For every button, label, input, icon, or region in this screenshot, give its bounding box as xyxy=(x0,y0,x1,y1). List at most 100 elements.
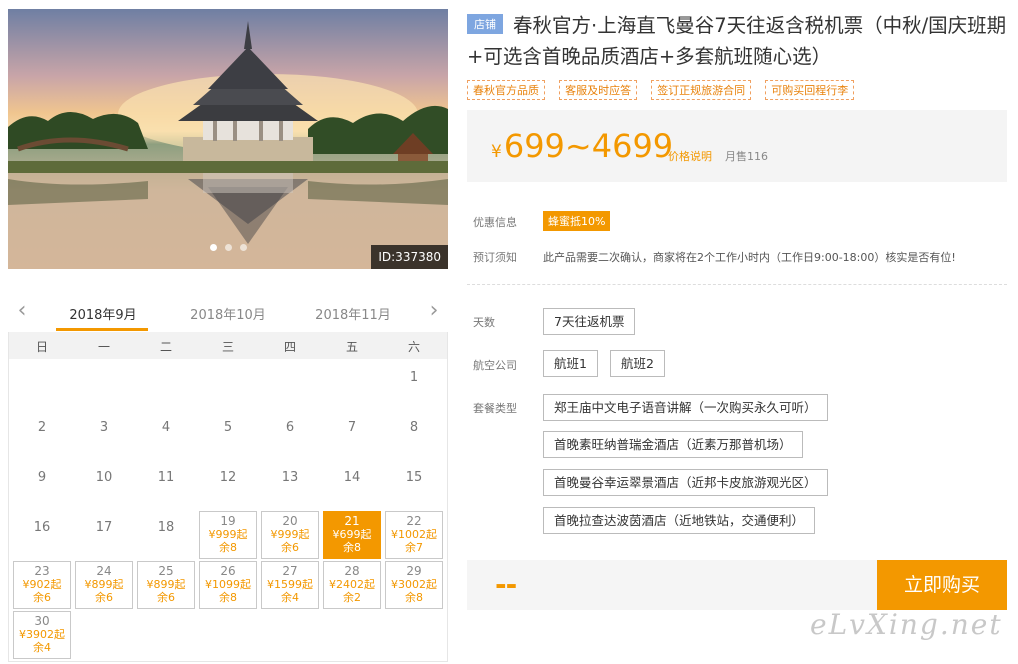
calendar-day: 5 xyxy=(223,420,233,435)
calendar-day: 15 xyxy=(405,470,423,485)
weekday-label: 二 xyxy=(159,340,172,354)
day-price: ¥999起 xyxy=(270,528,310,541)
price-value: 699~4699 xyxy=(503,127,674,165)
day-price: ¥899起 xyxy=(146,578,186,591)
calendar-day-available[interactable]: 20 ¥999起 余6 xyxy=(261,511,319,559)
buy-now-button[interactable]: 立即购买 xyxy=(877,560,1007,610)
calendar-day: 3 xyxy=(99,420,109,435)
day-num: 30 xyxy=(34,614,50,628)
promo-badge: 蜂蜜抵10% xyxy=(543,211,611,231)
weekday-label: 六 xyxy=(407,340,420,354)
temple-photo xyxy=(8,21,448,269)
calendar-day-available[interactable]: 29 ¥3002起 余8 xyxy=(385,561,443,609)
booking-notice: 此产品需要二次确认，商家将在2个工作小时内（工作日9:00-18:00）核实是否… xyxy=(543,251,956,264)
service-tag: 签订正规旅游合同 xyxy=(651,80,752,100)
day-price: ¥3902起 xyxy=(19,628,65,641)
option-package-2[interactable]: 首晚素旺纳普瑞金酒店（近素万那普机场） xyxy=(543,431,803,458)
day-stock: 余6 xyxy=(95,591,113,604)
weekday-label: 一 xyxy=(97,340,110,354)
calendar-day-available[interactable]: 21 ¥699起 余8 xyxy=(323,511,381,559)
total-price: -- xyxy=(495,568,517,601)
day-stock: 余8 xyxy=(219,591,237,604)
day-stock: 余4 xyxy=(281,591,299,604)
calendar-day: 17 xyxy=(95,520,113,535)
day-price: ¥899起 xyxy=(84,578,124,591)
day-stock: 余7 xyxy=(405,541,423,554)
day-num: 27 xyxy=(282,564,298,578)
tab-month-nov[interactable]: 2018年11月 xyxy=(308,304,398,323)
day-stock: 余2 xyxy=(343,591,361,604)
calendar-day-available[interactable]: 26 ¥1099起 余8 xyxy=(199,561,257,609)
tab-month-sep[interactable]: 2018年9月 xyxy=(58,304,148,323)
divider xyxy=(467,284,1007,285)
option-package-3[interactable]: 首晚曼谷幸运翠景酒店（近邦卡皮旅游观光区） xyxy=(543,469,828,496)
tab-month-oct[interactable]: 2018年10月 xyxy=(183,304,273,323)
day-num: 24 xyxy=(96,564,112,578)
day-price: ¥999起 xyxy=(208,528,248,541)
calendar-day: 7 xyxy=(347,420,357,435)
purchase-bar: -- 立即购买 xyxy=(467,560,1007,610)
calendar-day-available[interactable]: 28 ¥2402起 余2 xyxy=(323,561,381,609)
day-stock: 余8 xyxy=(343,541,361,554)
package-label: 套餐类型 xyxy=(473,402,517,415)
calendar-day: 4 xyxy=(161,420,171,435)
option-airline-2[interactable]: 航班2 xyxy=(610,350,665,377)
day-num: 28 xyxy=(344,564,360,578)
option-package-4[interactable]: 首晚拉查达波茵酒店（近地铁站，交通便利） xyxy=(543,507,816,534)
calendar-day: 13 xyxy=(281,470,299,485)
price-explanation-link[interactable]: 价格说明 xyxy=(668,148,712,164)
chevron-right-icon[interactable]: › xyxy=(424,300,444,322)
day-num: 22 xyxy=(406,514,422,528)
day-price: ¥699起 xyxy=(332,528,372,541)
calendar-day: 10 xyxy=(95,470,113,485)
price-panel: ¥699~4699 价格说明 月售116 xyxy=(467,110,1007,182)
product-hero-image[interactable]: ID:337380 xyxy=(8,9,448,269)
calendar-day-available[interactable]: 27 ¥1599起 余4 xyxy=(261,561,319,609)
promo-label: 优惠信息 xyxy=(473,216,517,229)
image-id-badge: ID:337380 xyxy=(371,245,448,269)
service-tags: 春秋官方品质 客服及时应答 签订正规旅游合同 可购买回程行李 xyxy=(467,79,863,100)
option-days-7[interactable]: 7天往返机票 xyxy=(543,308,636,335)
active-month-indicator xyxy=(56,328,148,331)
weekday-label: 四 xyxy=(283,340,296,354)
calendar-month-nav: ‹ 2018年9月 2018年10月 2018年11月 › xyxy=(8,296,448,332)
carousel-dot[interactable] xyxy=(209,244,217,251)
calendar-day-available[interactable]: 22 ¥1002起 余7 xyxy=(385,511,443,559)
calendar-day-available[interactable]: 25 ¥899起 余6 xyxy=(137,561,195,609)
day-price: ¥3002起 xyxy=(391,578,437,591)
site-watermark: eLvXing.net xyxy=(810,608,1003,641)
carousel-dot[interactable] xyxy=(224,244,232,251)
weekday-header: 日一二三四五六 xyxy=(9,332,447,359)
calendar-day-available[interactable]: 19 ¥999起 余8 xyxy=(199,511,257,559)
calendar-day: 12 xyxy=(219,470,237,485)
service-tag: 可购买回程行李 xyxy=(765,80,855,100)
weekday-label: 三 xyxy=(221,340,234,354)
calendar-day: 2 xyxy=(37,420,47,435)
day-stock: 余6 xyxy=(33,591,51,604)
calendar-day-available[interactable]: 23 ¥902起 余6 xyxy=(13,561,71,609)
price-range: ¥699~4699 xyxy=(491,128,673,170)
option-package-1[interactable]: 郑王庙中文电子语音讲解（一次购买永久可听） xyxy=(543,394,828,421)
calendar-day: 6 xyxy=(285,420,295,435)
calendar-day-available[interactable]: 30 ¥3902起 余4 xyxy=(13,611,71,659)
shop-badge[interactable]: 店铺 xyxy=(467,14,503,34)
day-stock: 余6 xyxy=(157,591,175,604)
day-num: 26 xyxy=(220,564,236,578)
day-stock: 余6 xyxy=(281,541,299,554)
weekday-label: 日 xyxy=(35,340,48,354)
option-airline-1[interactable]: 航班1 xyxy=(543,350,598,377)
day-stock: 余8 xyxy=(405,591,423,604)
calendar-day: 18 xyxy=(157,520,175,535)
day-num: 20 xyxy=(282,514,298,528)
carousel-dot[interactable] xyxy=(239,244,247,251)
chevron-left-icon[interactable]: ‹ xyxy=(12,300,32,322)
day-price: ¥1099起 xyxy=(205,578,251,591)
calendar-day: 9 xyxy=(37,470,47,485)
currency-symbol: ¥ xyxy=(491,142,502,162)
notice-label: 预订须知 xyxy=(473,251,517,264)
days-label: 天数 xyxy=(473,316,495,329)
calendar-day-available[interactable]: 24 ¥899起 余6 xyxy=(75,561,133,609)
weekday-label: 五 xyxy=(345,340,358,354)
airline-label: 航空公司 xyxy=(473,359,517,372)
calendar-day: 14 xyxy=(343,470,361,485)
